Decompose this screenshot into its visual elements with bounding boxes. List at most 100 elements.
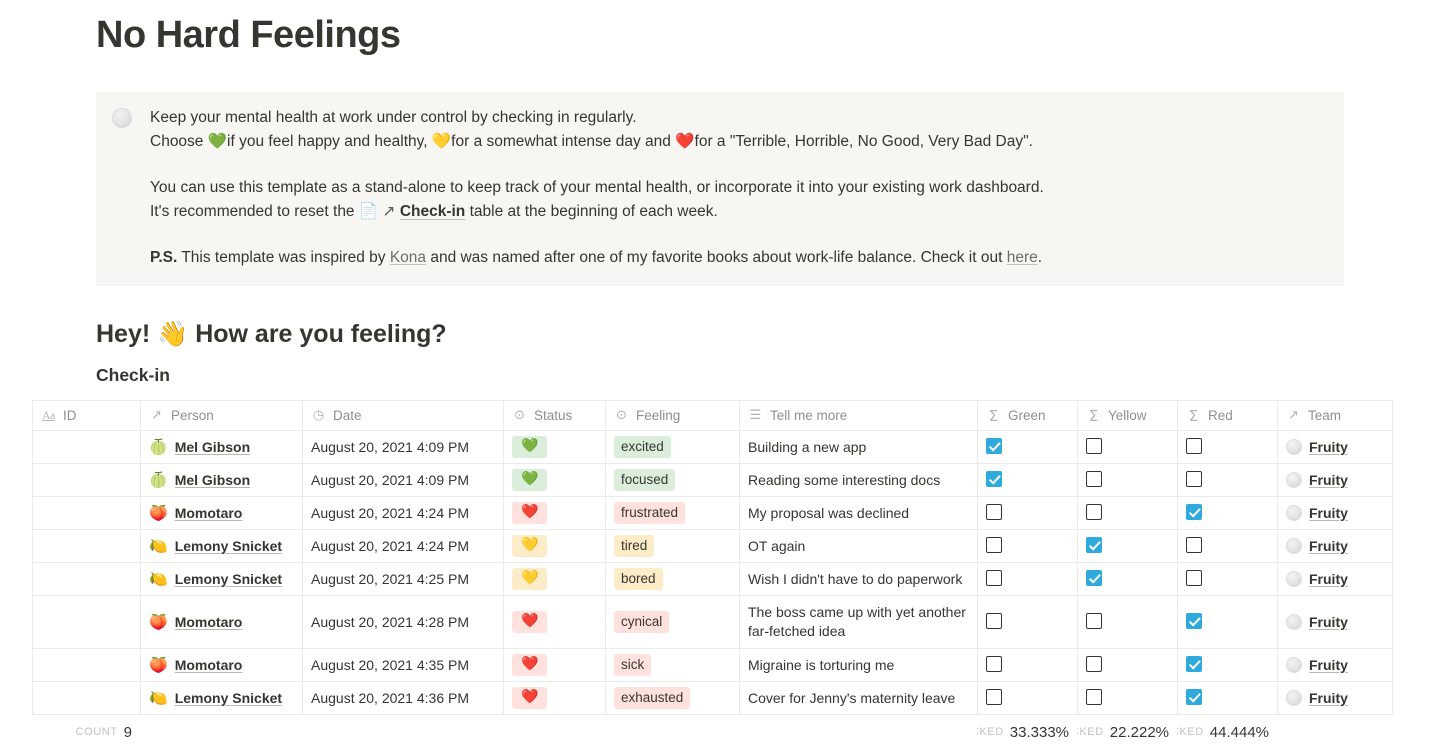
table-row[interactable]: 🍑 Momotaro August 20, 2021 4:28 PM ❤️ cynica… xyxy=(32,595,1393,649)
green-checkbox[interactable] xyxy=(986,470,1002,487)
cell-feeling[interactable]: excited xyxy=(605,430,740,464)
yellow-checkbox[interactable] xyxy=(1086,470,1102,487)
red-checkbox[interactable] xyxy=(1186,569,1202,586)
cell-green[interactable] xyxy=(977,463,1078,497)
red-checkbox[interactable] xyxy=(1186,655,1202,672)
person-relation-link[interactable]: Mel Gibson xyxy=(175,472,250,488)
red-checkbox[interactable] xyxy=(1186,688,1202,705)
yellow-checkbox[interactable] xyxy=(1086,569,1102,586)
summary-green[interactable]: CKED 33.333% xyxy=(977,716,1077,748)
person-relation-link[interactable]: Momotaro xyxy=(175,505,243,521)
yellow-checkbox[interactable] xyxy=(1086,437,1102,454)
cell-red[interactable] xyxy=(1177,595,1278,649)
cell-person[interactable]: 🍋 Lemony Snicket xyxy=(140,681,303,715)
cell-team[interactable]: Fruity xyxy=(1277,562,1393,596)
cell-note[interactable]: OT again xyxy=(739,529,978,563)
cell-note[interactable]: Building a new app xyxy=(739,430,978,464)
person-relation-link[interactable]: Lemony Snicket xyxy=(175,690,282,706)
here-link[interactable]: here xyxy=(1007,249,1038,266)
red-checkbox[interactable] xyxy=(1186,470,1202,487)
team-relation-link[interactable]: Fruity xyxy=(1309,472,1348,488)
cell-date[interactable]: August 20, 2021 4:24 PM xyxy=(302,529,504,563)
team-relation-link[interactable]: Fruity xyxy=(1309,614,1348,630)
table-row[interactable]: 🍋 Lemony Snicket August 20, 2021 4:24 PM 💛 t… xyxy=(32,529,1393,563)
cell-team[interactable]: Fruity xyxy=(1277,681,1393,715)
yellow-checkbox[interactable] xyxy=(1086,503,1102,520)
cell-team[interactable]: Fruity xyxy=(1277,463,1393,497)
table-row[interactable]: 🍋 Lemony Snicket August 20, 2021 4:25 PM 💛 b… xyxy=(32,562,1393,596)
cell-yellow[interactable] xyxy=(1077,529,1178,563)
cell-status[interactable]: ❤️ xyxy=(503,648,606,682)
cell-person[interactable]: 🍈 Mel Gibson xyxy=(140,430,303,464)
cell-green[interactable] xyxy=(977,430,1078,464)
summary-count[interactable]: COUNT 9 xyxy=(32,716,140,748)
table-row[interactable]: 🍋 Lemony Snicket August 20, 2021 4:36 PM ❤️… xyxy=(32,681,1393,715)
cell-green[interactable] xyxy=(977,496,1078,530)
green-checkbox[interactable] xyxy=(986,569,1002,586)
cell-green[interactable] xyxy=(977,648,1078,682)
cell-red[interactable] xyxy=(1177,430,1278,464)
green-checkbox[interactable] xyxy=(986,536,1002,553)
cell-note[interactable]: Wish I didn't have to do paperwork xyxy=(739,562,978,596)
column-header-green[interactable]: Σ Green xyxy=(977,400,1078,431)
cell-date[interactable]: August 20, 2021 4:24 PM xyxy=(302,496,504,530)
cell-feeling[interactable]: bored xyxy=(605,562,740,596)
cell-id[interactable] xyxy=(32,595,141,649)
green-checkbox[interactable] xyxy=(986,612,1002,629)
team-relation-link[interactable]: Fruity xyxy=(1309,571,1348,587)
cell-team[interactable]: Fruity xyxy=(1277,496,1393,530)
team-relation-link[interactable]: Fruity xyxy=(1309,657,1348,673)
cell-team[interactable]: Fruity xyxy=(1277,595,1393,649)
summary-red[interactable]: CKED 44.444% xyxy=(1177,716,1277,748)
cell-yellow[interactable] xyxy=(1077,681,1178,715)
table-row[interactable]: 🍑 Momotaro August 20, 2021 4:35 PM ❤️ sick Mi… xyxy=(32,648,1393,682)
column-header-yellow[interactable]: Σ Yellow xyxy=(1077,400,1178,431)
checkin-page-link[interactable]: Check-in xyxy=(400,203,465,220)
cell-green[interactable] xyxy=(977,562,1078,596)
green-checkbox[interactable] xyxy=(986,437,1002,454)
cell-feeling[interactable]: tired xyxy=(605,529,740,563)
cell-red[interactable] xyxy=(1177,463,1278,497)
person-relation-link[interactable]: Lemony Snicket xyxy=(175,571,282,587)
cell-feeling[interactable]: focused xyxy=(605,463,740,497)
cell-note[interactable]: Reading some interesting docs xyxy=(739,463,978,497)
cell-date[interactable]: August 20, 2021 4:35 PM xyxy=(302,648,504,682)
yellow-checkbox[interactable] xyxy=(1086,536,1102,553)
cell-red[interactable] xyxy=(1177,529,1278,563)
cell-date[interactable]: August 20, 2021 4:09 PM xyxy=(302,430,504,464)
cell-person[interactable]: 🍈 Mel Gibson xyxy=(140,463,303,497)
table-row[interactable]: 🍈 Mel Gibson August 20, 2021 4:09 PM 💚 focus… xyxy=(32,463,1393,497)
cell-yellow[interactable] xyxy=(1077,463,1178,497)
cell-note[interactable]: My proposal was declined xyxy=(739,496,978,530)
cell-green[interactable] xyxy=(977,529,1078,563)
cell-person[interactable]: 🍑 Momotaro xyxy=(140,648,303,682)
cell-person[interactable]: 🍋 Lemony Snicket xyxy=(140,529,303,563)
cell-id[interactable] xyxy=(32,681,141,715)
cell-date[interactable]: August 20, 2021 4:36 PM xyxy=(302,681,504,715)
cell-red[interactable] xyxy=(1177,648,1278,682)
team-relation-link[interactable]: Fruity xyxy=(1309,690,1348,706)
cell-feeling[interactable]: cynical xyxy=(605,595,740,649)
red-checkbox[interactable] xyxy=(1186,536,1202,553)
cell-id[interactable] xyxy=(32,430,141,464)
cell-date[interactable]: August 20, 2021 4:28 PM xyxy=(302,595,504,649)
team-relation-link[interactable]: Fruity xyxy=(1309,505,1348,521)
column-header-feeling[interactable]: ⊙ Feeling xyxy=(605,400,740,431)
cell-green[interactable] xyxy=(977,595,1078,649)
column-header-person[interactable]: ↗ Person xyxy=(140,400,303,431)
team-relation-link[interactable]: Fruity xyxy=(1309,538,1348,554)
cell-red[interactable] xyxy=(1177,562,1278,596)
cell-status[interactable]: ❤️ xyxy=(503,496,606,530)
cell-person[interactable]: 🍋 Lemony Snicket xyxy=(140,562,303,596)
cell-feeling[interactable]: exhausted xyxy=(605,681,740,715)
red-checkbox[interactable] xyxy=(1186,437,1202,454)
cell-green[interactable] xyxy=(977,681,1078,715)
kona-link[interactable]: Kona xyxy=(390,249,426,266)
person-relation-link[interactable]: Momotaro xyxy=(175,657,243,673)
person-relation-link[interactable]: Lemony Snicket xyxy=(175,538,282,554)
cell-red[interactable] xyxy=(1177,681,1278,715)
cell-feeling[interactable]: frustrated xyxy=(605,496,740,530)
cell-id[interactable] xyxy=(32,529,141,563)
table-row[interactable]: 🍈 Mel Gibson August 20, 2021 4:09 PM 💚 excit… xyxy=(32,430,1393,464)
person-relation-link[interactable]: Momotaro xyxy=(175,614,243,630)
